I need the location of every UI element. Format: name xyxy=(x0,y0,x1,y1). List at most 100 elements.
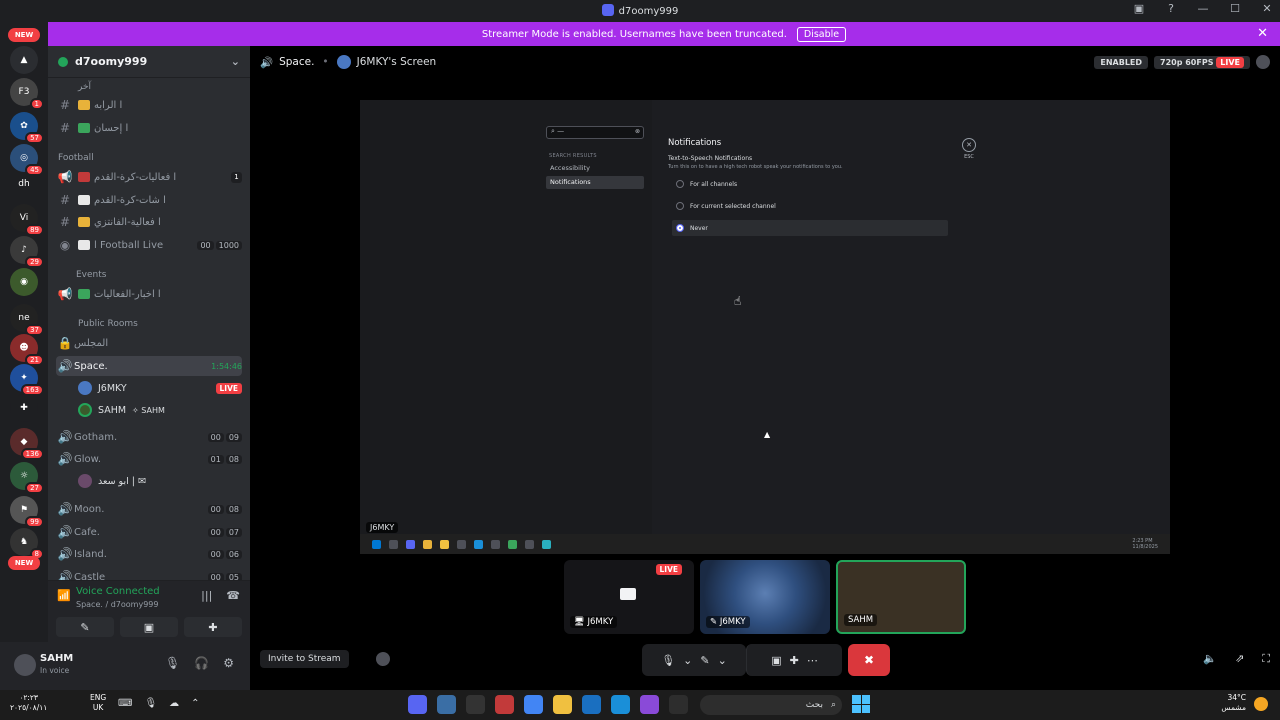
taskbar-clock[interactable]: ٠٢:٢٣ ٢٠٢٥/٠٨/١١ xyxy=(10,693,47,713)
taskbar-search[interactable]: بحث ⌕ xyxy=(700,695,842,715)
server-icon[interactable]: ☼ 27 xyxy=(10,462,44,494)
share-screen-button[interactable]: ▣ xyxy=(120,617,178,637)
radio-option[interactable]: For current selected channel xyxy=(672,198,948,214)
avatar[interactable] xyxy=(1256,55,1270,69)
taskbar-app-icon[interactable] xyxy=(669,695,688,714)
settings-close[interactable]: ✕ ESC xyxy=(962,138,976,160)
language-indicator[interactable]: ENG UK xyxy=(90,693,106,713)
disable-streamer-mode-button[interactable]: Disable xyxy=(796,26,847,42)
server-icon[interactable]: ✿ 57 xyxy=(10,112,44,144)
avatar[interactable] xyxy=(376,652,390,666)
chevron-down-icon[interactable]: ⌄ xyxy=(231,55,240,68)
settings-app-icon[interactable] xyxy=(437,695,456,714)
inbox-icon[interactable]: ▣ xyxy=(1130,2,1148,15)
server-icon[interactable]: ⚑ 99 xyxy=(10,496,44,528)
server-icon[interactable]: ✚ xyxy=(10,394,38,422)
radio-option[interactable]: For all channels xyxy=(672,176,948,192)
voice-status[interactable]: Voice Connected xyxy=(76,586,160,597)
activities-button[interactable]: ✚ xyxy=(184,617,242,637)
activities-icon[interactable]: ✚ xyxy=(790,654,799,667)
avatar[interactable] xyxy=(14,654,36,676)
minimize-button[interactable]: — xyxy=(1194,2,1212,15)
voice-channel[interactable]: 🔊 Cafe. 00 07 xyxy=(56,522,242,542)
server-icon[interactable]: F3 1 xyxy=(10,78,44,110)
voice-channel[interactable]: 🔊 Castle 00 05 xyxy=(56,567,242,580)
channel-item[interactable]: 📢 ا فعاليات-كرة-القدم 1 xyxy=(56,167,242,187)
channel-item[interactable]: # ا إحسان xyxy=(56,118,242,138)
banner-close-icon[interactable]: ✕ xyxy=(1257,26,1268,41)
channel-item[interactable]: ◉ ا Football Live 00 1000 xyxy=(56,235,242,255)
chevron-down-icon[interactable]: ⌄ xyxy=(683,654,692,667)
voice-member[interactable]: SAHM ✧ SAHM xyxy=(78,400,242,420)
server-icon[interactable]: ◆ 136 xyxy=(10,428,44,460)
server-icon[interactable]: Vi 89 xyxy=(10,204,44,236)
server-icon[interactable]: dh xyxy=(10,170,38,198)
voice-channel[interactable]: 🔊 Glow. 01 08 xyxy=(56,449,242,469)
settings-gear-icon[interactable]: ⚙ xyxy=(223,656,234,670)
category-other[interactable]: آخر xyxy=(78,82,91,92)
voice-location[interactable]: Space. / d7oomy999 xyxy=(76,600,158,609)
close-icon[interactable]: ✕ xyxy=(962,138,976,152)
share-screen-icon[interactable]: ▣ xyxy=(771,654,781,667)
camera-off-icon[interactable]: ✎ xyxy=(700,654,709,667)
end-call-button[interactable]: ✖ xyxy=(848,644,890,676)
chevron-up-icon[interactable]: ⌃ xyxy=(191,698,199,709)
settings-item-notifications[interactable]: Notifications xyxy=(546,176,644,189)
store-icon[interactable] xyxy=(582,695,601,714)
more-options-icon[interactable]: ⋯ xyxy=(807,654,818,667)
weather-widget[interactable]: 34°C مشمس xyxy=(1221,693,1246,713)
signal-icon[interactable]: 📶 xyxy=(57,589,71,602)
microphone-icon[interactable]: 🎙 xyxy=(144,698,157,709)
server-icon[interactable]: ♪ 29 xyxy=(10,236,44,268)
camera-off-button[interactable]: ✎ xyxy=(56,617,114,637)
edge-icon[interactable] xyxy=(611,695,630,714)
cloud-icon[interactable]: ☁ xyxy=(169,698,179,709)
channel-item[interactable]: # ا شات-كرة-القدم xyxy=(56,190,242,210)
taskbar-app-icon[interactable] xyxy=(640,695,659,714)
windows-start-icon[interactable] xyxy=(852,695,870,713)
volume-icon[interactable]: 🔈 xyxy=(1203,652,1217,666)
participant-tile[interactable]: ✎ J6MKY xyxy=(700,560,830,634)
participant-tile[interactable]: LIVE 🖥 J6MKY xyxy=(564,560,694,634)
voice-channel-space[interactable]: 🔊 Space. 1:54:46 xyxy=(56,356,242,376)
popout-icon[interactable]: ⇗ xyxy=(1235,652,1244,666)
close-window-button[interactable]: ✕ xyxy=(1258,2,1276,15)
server-icon[interactable]: ◉ xyxy=(10,268,38,296)
voice-channel[interactable]: 🔊 Gotham. 00 09 xyxy=(56,427,242,447)
voice-channel[interactable]: 🔊 Island. 00 06 xyxy=(56,544,242,564)
taskbar-app-icon[interactable] xyxy=(466,695,485,714)
taskbar-app-icon[interactable] xyxy=(495,695,514,714)
chrome-icon[interactable] xyxy=(524,695,543,714)
settings-item-accessibility[interactable]: Accessibility xyxy=(546,162,644,175)
voice-member[interactable]: ابو سعد | ✉ xyxy=(78,471,242,491)
settings-search-input[interactable]: ⌕ — ⊗ xyxy=(546,126,644,139)
shared-screen[interactable]: ⌕ — ⊗ SEARCH RESULTS Accessibility Notifi… xyxy=(360,100,1170,554)
category-public-rooms[interactable]: Public Rooms xyxy=(78,319,138,329)
guild-header[interactable]: d7oomy999 ⌄ xyxy=(48,46,250,78)
server-icon[interactable]: ◎ 45 xyxy=(10,144,44,176)
server-icon[interactable]: ♞ 8 xyxy=(10,528,44,560)
server-icon[interactable]: ✦ 163 xyxy=(10,364,44,396)
voice-channel[interactable]: 🔊 Moon. 00 08 xyxy=(56,499,242,519)
category-events[interactable]: Events xyxy=(76,270,106,280)
channel-item[interactable]: # ا فعالية-الفانتزي xyxy=(56,212,242,232)
disconnect-icon[interactable]: ☎ xyxy=(226,589,240,602)
discord-app-icon[interactable] xyxy=(408,695,427,714)
chevron-down-icon[interactable]: ⌄ xyxy=(718,654,727,667)
radio-option[interactable]: Never xyxy=(672,220,948,236)
server-icon[interactable]: ☻ 21 xyxy=(10,334,44,366)
clear-search-icon[interactable]: ⊗ xyxy=(635,128,640,135)
server-icon[interactable]: ne 37 xyxy=(10,304,44,336)
category-football[interactable]: Football xyxy=(58,153,94,163)
keyboard-icon[interactable]: ⌨ xyxy=(118,698,132,709)
microphone-icon[interactable]: 🎙 xyxy=(661,654,675,667)
file-explorer-icon[interactable] xyxy=(553,695,572,714)
fullscreen-icon[interactable]: ⛶ xyxy=(1262,652,1270,666)
maximize-button[interactable]: ☐ xyxy=(1226,2,1244,15)
channel-item[interactable]: # ا الرابه xyxy=(56,95,242,115)
voice-member[interactable]: J6MKY LIVE xyxy=(78,378,242,398)
invite-to-stream-button[interactable]: Invite to Stream xyxy=(260,650,349,668)
channel-item[interactable]: 📢 ا اخبار-الفعاليات xyxy=(56,284,242,304)
microphone-icon[interactable]: 🎙 xyxy=(165,656,180,670)
server-icon[interactable]: ▲ xyxy=(10,46,38,74)
